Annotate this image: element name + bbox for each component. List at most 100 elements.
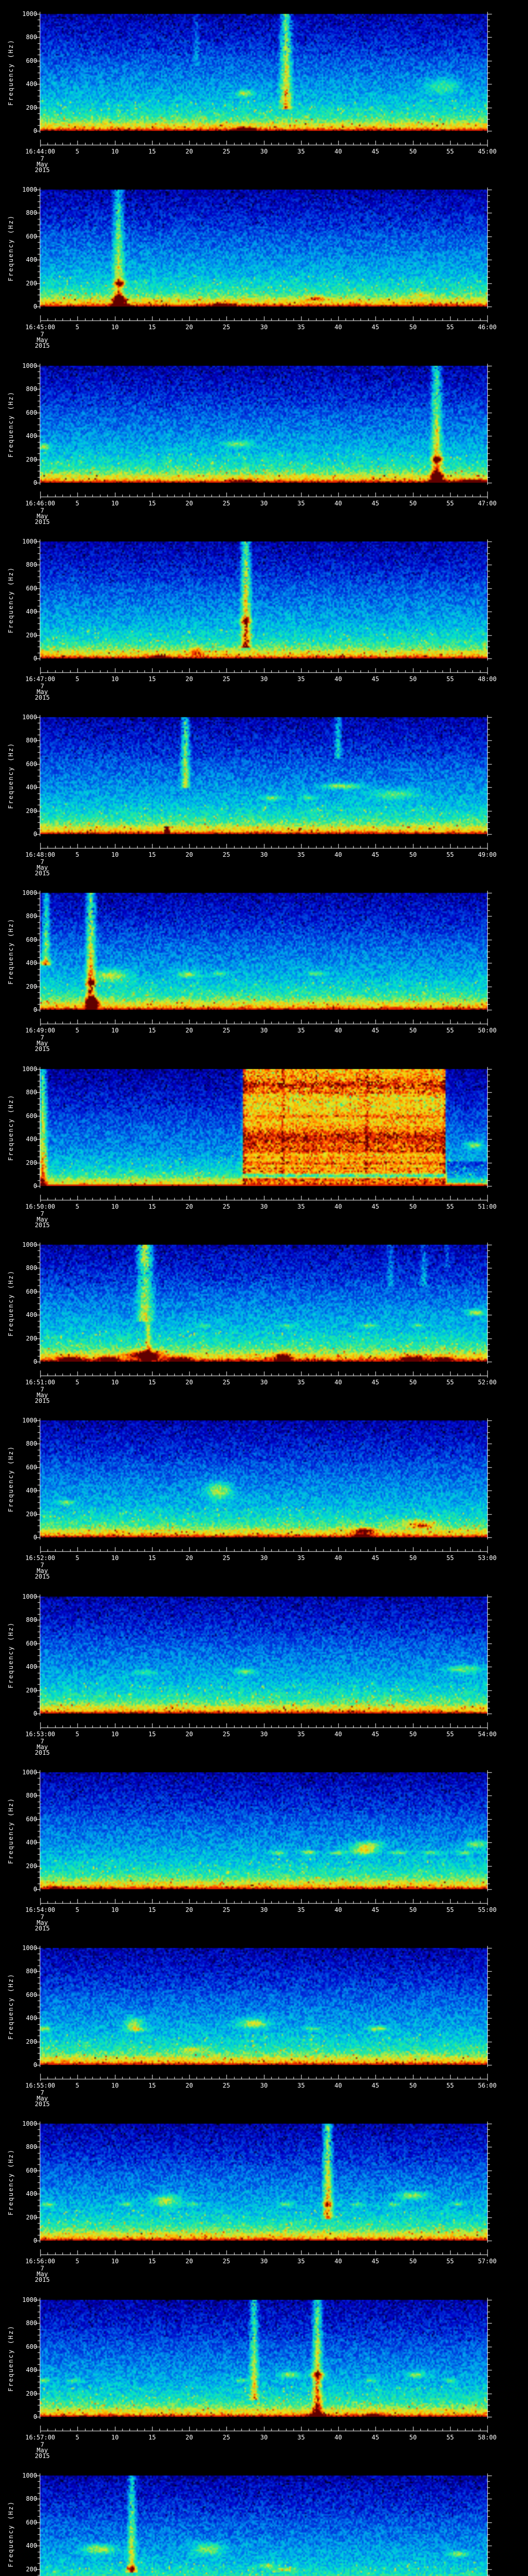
date-annotation-line: 2015 [35, 1573, 50, 1580]
y-tick-label: 0 [33, 1710, 37, 1717]
date-annotation-line: 2015 [35, 2276, 50, 2283]
y-tick-label: 400 [26, 2190, 37, 2197]
date-annotation-line: 2015 [35, 870, 50, 877]
y-axis-title: Frequency (Hz) [7, 742, 14, 809]
y-tick-label: 200 [26, 104, 37, 111]
y-tick-label: 0 [33, 303, 37, 310]
x-end-time-label: 52:00 [477, 1379, 497, 1386]
y-tick-label: 400 [26, 2366, 37, 2374]
y-tick-label: 0 [33, 2413, 37, 2420]
y-tick-label: 1000 [22, 10, 37, 18]
y-tick-label: 1000 [22, 1769, 37, 1776]
y-tick-label: 400 [26, 1663, 37, 1670]
spectrogram-panel: Frequency (Hz) 0 200 400 600 800 1000 16:47:00… [0, 528, 528, 703]
y-tick-label: 0 [33, 1358, 37, 1365]
y-tick-label: 200 [26, 983, 37, 990]
y-tick-label: 1000 [22, 538, 37, 545]
y-tick-label: 800 [26, 737, 37, 744]
y-tick-label: 400 [26, 784, 37, 791]
y-axis-title: Frequency (Hz) [7, 1445, 14, 1513]
y-tick-label: 0 [33, 1182, 37, 1190]
y-tick-label: 1000 [22, 362, 37, 369]
date-annotation-line: 2015 [35, 694, 50, 701]
y-tick-label: 800 [26, 2143, 37, 2150]
y-tick-label: 1000 [22, 889, 37, 896]
y-tick-label: 0 [33, 655, 37, 662]
y-axis-title: Frequency (Hz) [7, 566, 14, 634]
y-tick-label: 800 [26, 209, 37, 216]
spectrogram-panel: Frequency (Hz) 0 200 400 600 800 1000 16:46:00… [0, 352, 528, 528]
y-tick-label: 400 [26, 432, 37, 439]
y-tick-label: 1000 [22, 1944, 37, 1952]
x-end-time-label: 46:00 [477, 324, 497, 331]
y-tick-label: 600 [26, 2519, 37, 2526]
y-tick-label: 400 [26, 256, 37, 263]
y-tick-label: 400 [26, 2542, 37, 2549]
y-tick-label: 600 [26, 1464, 37, 1471]
x-end-time-label: 58:00 [477, 2434, 497, 2441]
y-tick-label: 600 [26, 1640, 37, 1647]
y-tick-label: 400 [26, 608, 37, 615]
x-end-time-label: 45:00 [477, 148, 497, 155]
x-end-time-label: 50:00 [477, 1027, 497, 1034]
y-axis-title: Frequency (Hz) [7, 918, 14, 985]
date-annotation-line: 2015 [35, 518, 50, 526]
y-tick-label: 600 [26, 1288, 37, 1295]
date-annotation-line: 2015 [35, 2452, 50, 2460]
y-axis-title: Frequency (Hz) [7, 391, 14, 458]
y-tick-label: 200 [26, 456, 37, 463]
x-end-time-label: 53:00 [477, 1554, 497, 1562]
spectrogram-panel: Frequency (Hz) 0 200 400 600 800 1000 16:53:00… [0, 1583, 528, 1758]
y-tick-label: 800 [26, 33, 37, 41]
y-axis-title: Frequency (Hz) [7, 1973, 14, 2040]
y-tick-label: 800 [26, 1616, 37, 1623]
date-annotation-line: 2015 [35, 1045, 50, 1053]
y-tick-label: 600 [26, 1991, 37, 1998]
y-tick-label: 0 [33, 127, 37, 134]
y-axis-title: Frequency (Hz) [7, 2325, 14, 2392]
y-axis-title: Frequency (Hz) [7, 1094, 14, 1161]
y-tick-label: 1000 [22, 186, 37, 193]
spectrogram-panel: Frequency (Hz) 0 200 400 600 800 1000 16:52:00… [0, 1406, 528, 1582]
y-tick-label: 200 [26, 1159, 37, 1166]
y-tick-label: 800 [26, 1968, 37, 1975]
y-tick-label: 800 [26, 2319, 37, 2327]
y-tick-label: 0 [33, 831, 37, 838]
spectrogram-panel: Frequency (Hz) 0 200 400 600 800 1000 16:45:00… [0, 176, 528, 351]
y-tick-label: 200 [26, 280, 37, 287]
y-tick-label: 200 [26, 2214, 37, 2221]
spectrogram-panel: Frequency (Hz) 0200400600800100016:58:00… [0, 2462, 528, 2576]
y-tick-label: 800 [26, 912, 37, 920]
y-tick-label: 600 [26, 760, 37, 768]
y-tick-label: 200 [26, 1862, 37, 1870]
y-tick-label: 600 [26, 936, 37, 943]
spectrogram-panel: Frequency (Hz) 0 200 400 600 800 1000 16:51:00… [0, 1231, 528, 1406]
y-tick-label: 800 [26, 1089, 37, 1096]
y-tick-label: 400 [26, 80, 37, 88]
y-tick-label: 200 [26, 2038, 37, 2045]
y-tick-label: 600 [26, 1816, 37, 1823]
y-tick-label: 400 [26, 959, 37, 967]
x-end-time-label: 51:00 [477, 1203, 497, 1210]
date-annotation-line: 2015 [35, 342, 50, 349]
x-end-time-label: 49:00 [477, 851, 497, 858]
y-tick-label: 800 [26, 1264, 37, 1272]
y-tick-label: 800 [26, 1440, 37, 1447]
y-tick-label: 800 [26, 1792, 37, 1799]
y-tick-label: 0 [33, 1886, 37, 1893]
y-tick-label: 200 [26, 1687, 37, 1694]
spectrogram-panel: Frequency (Hz) 0 200 400 600 800 1000 16:57:00… [0, 2286, 528, 2462]
y-tick-label: 200 [26, 807, 37, 815]
y-tick-label: 800 [26, 561, 37, 568]
y-tick-label: 400 [26, 1136, 37, 1143]
x-end-time-label: 48:00 [477, 675, 497, 683]
y-tick-label: 0 [33, 479, 37, 486]
y-tick-label: 1000 [22, 2120, 37, 2127]
date-annotation-line: 2015 [35, 1925, 50, 1932]
y-tick-label: 400 [26, 2014, 37, 2022]
date-annotation-line: 2015 [35, 166, 50, 174]
spectrogram-stack: Frequency (Hz) 0 200 400 600 800 1000 16:44:00… [0, 0, 528, 2576]
spectrogram-panel: Frequency (Hz) 0 200 400 600 800 1000 16:49:00… [0, 879, 528, 1055]
y-tick-label: 600 [26, 233, 37, 240]
y-tick-label: 200 [26, 1511, 37, 1518]
